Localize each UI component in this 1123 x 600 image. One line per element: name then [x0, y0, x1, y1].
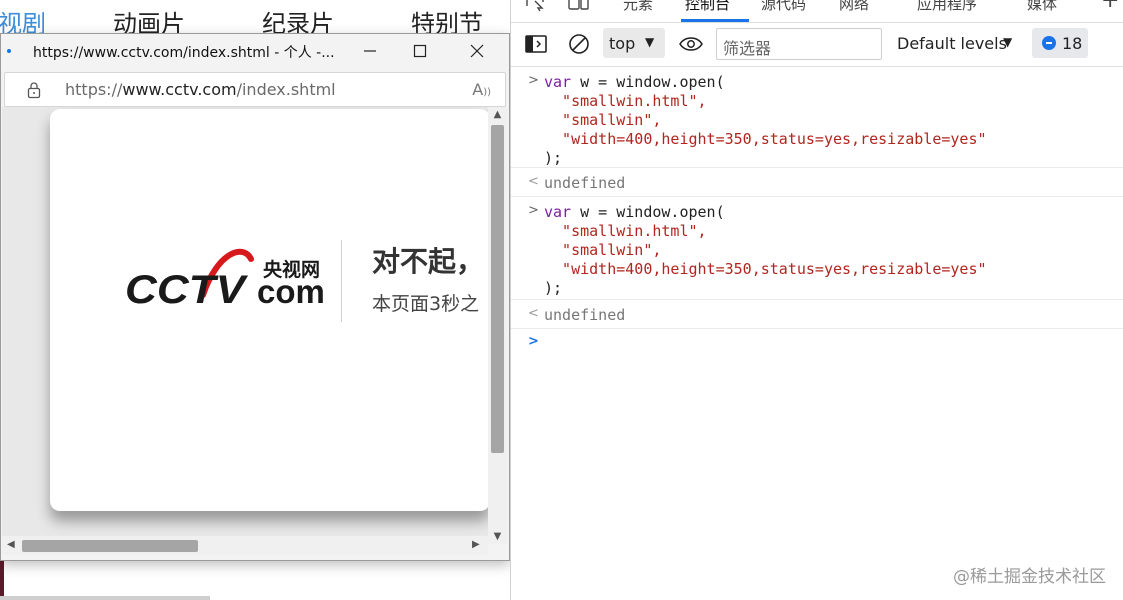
- code-line: "smallwin.html",: [544, 222, 707, 240]
- code-line: "width=400,height=350,status=yes,resizab…: [544, 130, 987, 148]
- code-line: );: [544, 149, 563, 167]
- vertical-scrollbar[interactable]: ▲ ▼: [488, 107, 507, 544]
- levels-chevron-down-icon[interactable]: ▼: [1003, 35, 1012, 49]
- console-toolbar: top ▼ 筛选器 Default levels ▼ 18: [511, 23, 1123, 67]
- result-chevron-icon: <: [528, 306, 539, 321]
- code-line: var w = window.open(: [544, 203, 725, 221]
- clear-console-icon[interactable]: [568, 33, 590, 55]
- console-output: > var w = window.open( "smallwin.html", …: [511, 67, 1123, 359]
- devtools-panel: 元素 控制台 源代码 网络 应用程序 媒体 + top ▼ 筛选器 Defaul…: [510, 0, 1123, 600]
- input-chevron-icon: >: [528, 73, 539, 88]
- more-tabs-icon[interactable]: +: [1101, 0, 1119, 13]
- error-heading: 对不起，: [372, 245, 485, 278]
- issues-button[interactable]: 18: [1032, 28, 1088, 58]
- console-input-entry[interactable]: > var w = window.open( "smallwin.html", …: [511, 67, 1123, 168]
- context-value: top: [609, 34, 636, 53]
- devtools-tabs: 元素 控制台 源代码 网络 应用程序 媒体 +: [511, 0, 1123, 23]
- code-line: "smallwin",: [544, 241, 662, 259]
- code-line: "smallwin.html",: [544, 92, 707, 110]
- vertical-scroll-thumb[interactable]: [491, 125, 504, 453]
- redirect-message: 本页面3秒之: [372, 293, 480, 315]
- context-selector[interactable]: top ▼: [603, 28, 665, 58]
- logo-divider: [341, 240, 342, 322]
- message-bubble-icon: [1042, 36, 1056, 50]
- tab-console[interactable]: 控制台: [685, 0, 730, 14]
- scroll-down-icon[interactable]: ▼: [491, 531, 504, 542]
- filter-input[interactable]: 筛选器: [716, 28, 882, 60]
- code-line: );: [544, 279, 563, 297]
- tab-network[interactable]: 网络: [839, 0, 869, 14]
- console-result-entry: < undefined: [511, 300, 1123, 329]
- cctv-logo-icon: CCTV com 央视网: [125, 248, 325, 312]
- cctv-logo-cn: 央视网: [263, 258, 320, 281]
- filter-placeholder: 筛选器: [723, 39, 772, 58]
- console-prompt-line[interactable]: >: [511, 329, 1123, 359]
- code-line: "width=400,height=350,status=yes,resizab…: [544, 260, 987, 278]
- popup-content-clip: CCTV com 央视网 对不起， 本页面3秒之: [0, 0, 486, 600]
- input-chevron-icon: >: [528, 203, 539, 218]
- console-result: undefined: [544, 306, 626, 324]
- code-line: "smallwin",: [544, 111, 662, 129]
- console-input-entry[interactable]: > var w = window.open( "smallwin.html", …: [511, 197, 1123, 300]
- tab-sources[interactable]: 源代码: [761, 0, 806, 14]
- tab-elements[interactable]: 元素: [623, 0, 653, 14]
- tab-media[interactable]: 媒体: [1027, 0, 1057, 14]
- device-toolbar-icon[interactable]: [567, 0, 591, 12]
- active-tab-indicator: [681, 19, 749, 22]
- log-levels-dropdown[interactable]: Default levels: [897, 34, 1007, 53]
- inspect-element-icon[interactable]: [525, 0, 547, 12]
- console-result-entry: < undefined: [511, 168, 1123, 197]
- watermark: @稀土掘金技术社区: [953, 567, 1106, 587]
- issues-count: 18: [1062, 34, 1083, 53]
- chevron-down-icon: ▼: [645, 35, 655, 49]
- console-result: undefined: [544, 174, 626, 192]
- sidebar-toggle-icon[interactable]: [525, 35, 547, 53]
- result-chevron-icon: <: [528, 174, 539, 189]
- scroll-up-icon[interactable]: ▲: [491, 109, 504, 120]
- prompt-chevron-icon: >: [528, 334, 539, 349]
- live-expression-eye-icon[interactable]: [679, 35, 703, 53]
- cctv-logo: CCTV com 央视网: [125, 245, 330, 312]
- code-line: var w = window.open(: [544, 73, 725, 91]
- cctv-logo-main: CCTV: [125, 268, 249, 309]
- tab-application[interactable]: 应用程序: [917, 0, 977, 14]
